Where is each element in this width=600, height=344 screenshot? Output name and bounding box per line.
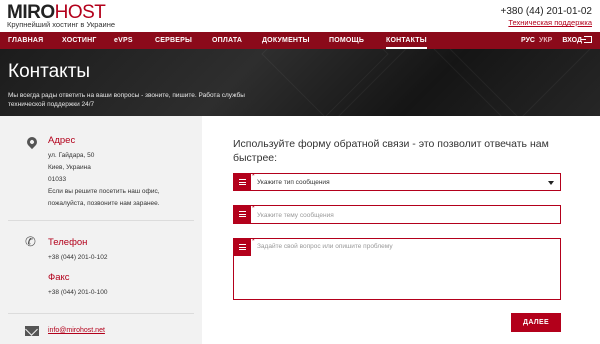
fax-value: +38 (044) 201-0-100 <box>48 289 108 296</box>
tagline: Крупнейший хостинг в Украине <box>7 20 116 29</box>
subject-input[interactable]: * Укажите тему сообщения <box>233 205 561 224</box>
phone-value: +38 (044) 201-0-102 <box>48 254 108 261</box>
message-type-value: Укажите тип сообщения <box>257 179 330 186</box>
lang-uk[interactable]: УКР <box>539 32 552 49</box>
phone-icon: ✆ <box>25 234 36 249</box>
required-mark: * <box>252 238 255 245</box>
document-icon <box>239 211 246 217</box>
contacts-panel <box>0 116 202 344</box>
hero-banner: Контакты Мы всегда рады ответить на ваши… <box>0 49 600 116</box>
subject-placeholder: Укажите тему сообщения <box>257 212 334 219</box>
field-tag <box>234 206 251 223</box>
email-link[interactable]: info@mirohost.net <box>48 327 105 334</box>
site-header: MIROHOST Крупнейший хостинг в Украине +3… <box>0 0 600 32</box>
divider <box>8 220 194 221</box>
message-textarea[interactable]: * Задайте свой вопрос или опишите пробле… <box>233 238 561 300</box>
fax-title: Факс <box>48 272 70 283</box>
page-subtitle: Мы всегда рады ответить на ваши вопросы … <box>8 92 245 108</box>
nav-evps[interactable]: eVPS <box>114 32 133 49</box>
form-title: Используйте форму обратной связи - это п… <box>233 138 549 164</box>
address-title: Адрес <box>48 135 76 146</box>
field-tag <box>234 239 251 256</box>
nav-documents[interactable]: ДОКУМЕНТЫ <box>262 32 310 49</box>
main-nav: ГЛАВНАЯ ХОСТИНГ eVPS СЕРВЕРЫ ОПЛАТА ДОКУ… <box>0 32 600 49</box>
nav-help[interactable]: ПОМОЩЬ <box>329 32 364 49</box>
login-label: ВХОД <box>562 37 582 44</box>
message-placeholder: Задайте свой вопрос или опишите проблему <box>257 243 393 250</box>
chevron-down-icon <box>548 181 554 185</box>
nav-hosting[interactable]: ХОСТИНГ <box>62 32 97 49</box>
login-icon <box>581 36 592 43</box>
document-icon <box>239 179 246 185</box>
required-mark: * <box>252 205 255 212</box>
lang-ru[interactable]: РУС <box>521 32 535 49</box>
nav-servers[interactable]: СЕРВЕРЫ <box>155 32 192 49</box>
nav-contacts[interactable]: КОНТАКТЫ <box>386 32 427 49</box>
submit-button[interactable]: ДАЛЕЕ <box>511 313 561 332</box>
message-type-select[interactable]: * Укажите тип сообщения <box>233 173 561 191</box>
address-zip: 01033 <box>48 176 67 183</box>
required-mark: * <box>252 173 255 180</box>
address-city: Киев, Украина <box>48 164 91 171</box>
mail-icon <box>25 326 39 336</box>
page-title: Контакты <box>8 61 91 82</box>
field-tag <box>234 174 251 190</box>
nav-home[interactable]: ГЛАВНАЯ <box>8 32 43 49</box>
document-icon <box>239 244 246 250</box>
header-phone: +380 (44) 201-01-02 <box>500 6 592 17</box>
address-note: Если вы решите посетить наш офис, пожалу… <box>48 188 160 207</box>
support-link[interactable]: Техническая поддержка <box>508 18 592 27</box>
nav-payment[interactable]: ОПЛАТА <box>212 32 242 49</box>
divider <box>8 313 194 314</box>
login-button[interactable]: ВХОД <box>562 32 592 49</box>
phone-title: Телефон <box>48 237 88 248</box>
address-street: ул. Гайдара, 50 <box>48 152 95 159</box>
